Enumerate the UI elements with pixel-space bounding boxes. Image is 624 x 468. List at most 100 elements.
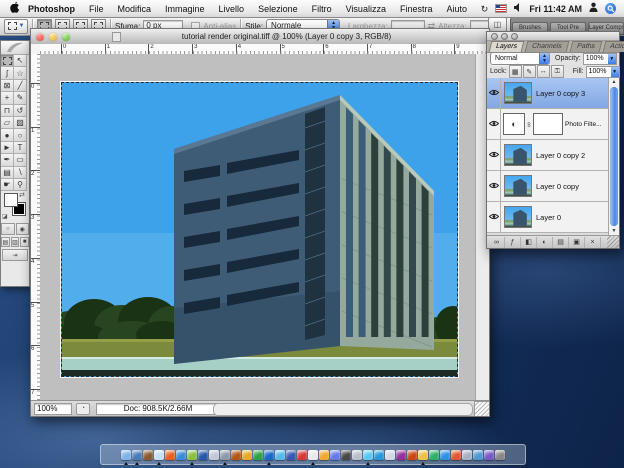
- dock-icon[interactable]: [308, 450, 318, 460]
- fast-user-switching-icon[interactable]: [589, 1, 598, 17]
- dock-icon[interactable]: [385, 450, 395, 460]
- dock-icon[interactable]: [176, 450, 186, 460]
- menu-modifica[interactable]: Modifica: [111, 1, 159, 17]
- bridge-button[interactable]: ◫: [488, 17, 507, 32]
- layer-name[interactable]: Layer 0: [536, 213, 561, 222]
- canvas-image-selection[interactable]: [61, 82, 458, 377]
- lock-all-button[interactable]: ⚿: [551, 65, 564, 78]
- add-layer-mask-button[interactable]: ◧: [521, 237, 537, 248]
- dock-icon[interactable]: [297, 450, 307, 460]
- fullscreen-menubar-mode-button[interactable]: ▥: [11, 237, 20, 247]
- layer-thumbnail[interactable]: [504, 175, 532, 197]
- version-cue-icon[interactable]: ◔: [76, 403, 90, 415]
- palette-resize-grip[interactable]: [607, 236, 619, 248]
- adjustment-layer-thumbnail[interactable]: ◐: [503, 113, 525, 135]
- path-selection-tool[interactable]: ►: [1, 142, 14, 154]
- clone-stamp-tool[interactable]: ⊓: [1, 105, 14, 117]
- healing-brush-tool[interactable]: +: [1, 92, 14, 104]
- lock-paint-button[interactable]: ✎: [523, 65, 536, 78]
- link-layers-button[interactable]: ∞: [489, 237, 505, 248]
- toolbox-feather-logo[interactable]: [1, 41, 29, 55]
- dock-icon[interactable]: [418, 450, 428, 460]
- zoom-level-field[interactable]: 100%: [34, 403, 72, 415]
- dock-icon[interactable]: [154, 450, 164, 460]
- dodge-tool[interactable]: ○: [14, 129, 27, 141]
- rectangular-marquee-tool[interactable]: [1, 55, 14, 67]
- new-layer-button[interactable]: ▣: [569, 237, 585, 248]
- standard-screen-mode-button[interactable]: ▤: [1, 237, 10, 247]
- layer-visibility-toggle[interactable]: [487, 171, 501, 201]
- standard-mode-button[interactable]: ○: [1, 223, 15, 235]
- maximize-button[interactable]: [62, 33, 70, 41]
- layer-thumbnail[interactable]: [504, 206, 532, 228]
- menu-livello[interactable]: Livello: [212, 1, 252, 17]
- layer-name[interactable]: Layer 0 copy: [536, 182, 579, 191]
- dock-icon[interactable]: [319, 450, 329, 460]
- horizontal-scrollbar[interactable]: [213, 403, 473, 416]
- dock-icon[interactable]: [429, 450, 439, 460]
- dock-icon[interactable]: [407, 450, 417, 460]
- crop-tool[interactable]: ⊠: [1, 80, 14, 92]
- tab-channels[interactable]: Channels: [525, 41, 569, 52]
- tab-actions[interactable]: Actions: [602, 41, 624, 52]
- hand-tool[interactable]: ☛: [1, 179, 14, 191]
- layer-thumbnail[interactable]: [504, 144, 532, 166]
- gradient-tool[interactable]: ▨: [14, 117, 27, 129]
- layer-row[interactable]: ◐∞Photo Filte...: [487, 109, 608, 140]
- dock-icon[interactable]: [275, 450, 285, 460]
- dock-icon[interactable]: [330, 450, 340, 460]
- lasso-tool[interactable]: ʃ: [1, 67, 14, 79]
- lock-transparency-button[interactable]: ▦: [509, 65, 522, 78]
- spotlight-icon[interactable]: [605, 3, 616, 14]
- dock-icon[interactable]: [143, 450, 153, 460]
- new-group-button[interactable]: ▤: [553, 237, 569, 248]
- layer-mask-thumbnail[interactable]: [533, 113, 563, 135]
- canvas-area[interactable]: [40, 54, 476, 401]
- palette-zoom-button[interactable]: [511, 33, 518, 40]
- dock-icon[interactable]: [198, 450, 208, 460]
- layers-scrollbar[interactable]: ▲ ▼: [608, 78, 619, 235]
- layer-row[interactable]: Layer 0 copy 2: [487, 140, 608, 171]
- menu-filtro[interactable]: Filtro: [305, 1, 339, 17]
- dock-icon[interactable]: [132, 450, 142, 460]
- layer-row[interactable]: Layer 0: [487, 202, 608, 233]
- dock-icon[interactable]: [187, 450, 197, 460]
- default-colors-icon[interactable]: ◪: [2, 213, 8, 220]
- palette-title-bar[interactable]: [487, 32, 619, 41]
- dock-icon[interactable]: [209, 450, 219, 460]
- type-tool[interactable]: T: [14, 142, 27, 154]
- dock-icon[interactable]: [484, 450, 494, 460]
- slice-tool[interactable]: ╱: [14, 80, 27, 92]
- layer-name[interactable]: Layer 0 copy 2: [536, 151, 585, 160]
- delete-layer-button[interactable]: ×: [585, 237, 601, 248]
- eyedropper-tool[interactable]: ∖: [14, 167, 27, 179]
- layer-visibility-toggle[interactable]: [487, 109, 501, 139]
- tab-paths[interactable]: Paths: [569, 41, 602, 52]
- layer-name[interactable]: Photo Filte...: [565, 121, 602, 128]
- swap-colors-icon[interactable]: ⇄: [19, 191, 25, 199]
- magic-wand-tool[interactable]: ☆: [14, 67, 27, 79]
- history-brush-tool[interactable]: ↺: [14, 105, 27, 117]
- imageready-button[interactable]: ⇥: [2, 249, 28, 261]
- menu-visualizza[interactable]: Visualizza: [339, 1, 393, 17]
- notes-tool[interactable]: ▤: [1, 167, 14, 179]
- close-button[interactable]: [36, 33, 44, 41]
- dock-icon[interactable]: [220, 450, 230, 460]
- move-tool[interactable]: ↖: [14, 55, 27, 67]
- layer-row[interactable]: Layer 0 copy 3: [487, 78, 608, 109]
- quick-mask-mode-button[interactable]: ◉: [16, 223, 30, 235]
- pen-tool[interactable]: ✒: [1, 154, 14, 166]
- apple-menu-icon[interactable]: [6, 1, 22, 16]
- menu-selezione[interactable]: Selezione: [251, 1, 305, 17]
- scrollbar-thumb[interactable]: [610, 87, 618, 226]
- dock-icon[interactable]: [396, 450, 406, 460]
- palette-minimize-button[interactable]: [501, 33, 508, 40]
- document-title-bar[interactable]: tutorial render original.tiff @ 100% (La…: [31, 29, 489, 45]
- foreground-color-swatch[interactable]: [4, 193, 18, 207]
- dock-icon[interactable]: [231, 450, 241, 460]
- shape-tool[interactable]: ▭: [14, 154, 27, 166]
- zoom-tool[interactable]: ⚲: [14, 179, 27, 191]
- opacity-field[interactable]: 100%▼: [583, 53, 617, 65]
- window-resize-grip[interactable]: [474, 401, 489, 416]
- dock-icon[interactable]: [286, 450, 296, 460]
